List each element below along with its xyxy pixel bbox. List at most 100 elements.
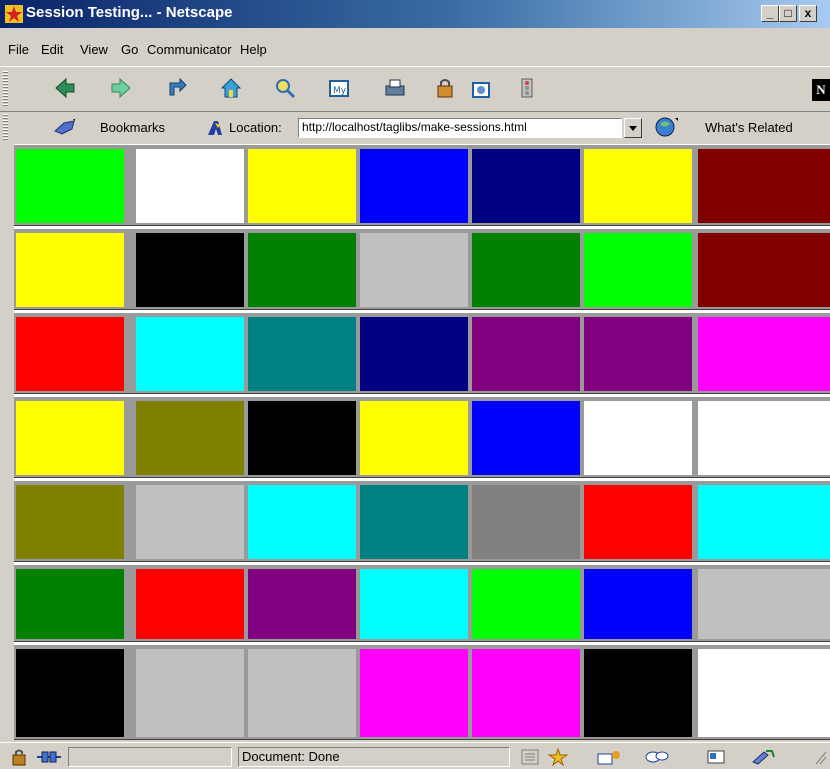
color-cell: [16, 401, 124, 475]
color-cell: [584, 233, 692, 307]
color-cell: [248, 569, 356, 639]
whats-related-icon[interactable]: [654, 116, 680, 138]
progress-panel: [68, 747, 232, 767]
color-cell: [16, 649, 124, 737]
chevron-down-icon: [629, 126, 637, 131]
status-bar: Document: Done: [0, 742, 830, 769]
security-status-icon[interactable]: [520, 748, 540, 766]
newsgroups-component-icon[interactable]: [644, 748, 670, 766]
color-cell: [472, 569, 580, 639]
status-text: Document: Done: [238, 747, 510, 767]
stop-icon[interactable]: [516, 77, 538, 99]
color-cell: [16, 485, 124, 559]
my-netscape-icon[interactable]: My: [328, 77, 350, 99]
color-row: [14, 312, 830, 394]
menu-file[interactable]: File: [8, 42, 29, 57]
color-cell: [698, 317, 830, 391]
back-icon[interactable]: [54, 77, 76, 99]
color-cell: [360, 485, 468, 559]
color-cell: [698, 233, 830, 307]
url-input[interactable]: http://localhost/taglibs/make-sessions.h…: [298, 118, 622, 138]
color-cell: [360, 401, 468, 475]
mail-component-icon[interactable]: [596, 748, 622, 766]
title-bar[interactable]: Session Testing... - Netscape _ □ x: [0, 0, 830, 28]
color-cell: [136, 401, 244, 475]
navigator-component-icon[interactable]: [548, 748, 568, 766]
netscape-logo[interactable]: N: [812, 79, 830, 101]
color-cell: [360, 649, 468, 737]
color-cell: [584, 569, 692, 639]
color-cell: [584, 317, 692, 391]
print-icon[interactable]: [384, 77, 406, 99]
color-cell: [584, 401, 692, 475]
color-cell: [136, 569, 244, 639]
color-cell: [16, 149, 124, 223]
color-cell: [472, 233, 580, 307]
color-cell: [698, 401, 830, 475]
home-icon[interactable]: [220, 77, 242, 99]
toolbar-grip[interactable]: [3, 71, 8, 107]
bookmarks-icon[interactable]: [54, 117, 78, 137]
lock-icon[interactable]: [10, 748, 30, 766]
maximize-button[interactable]: □: [779, 5, 797, 22]
online-connection-icon[interactable]: [36, 748, 62, 766]
composer-component-icon[interactable]: [750, 748, 778, 766]
location-toolbar: Bookmarks Location: http://localhost/tag…: [0, 112, 830, 142]
security-icon[interactable]: [434, 77, 456, 99]
color-cell: [584, 649, 692, 737]
minimize-button[interactable]: _: [761, 5, 779, 22]
location-icon: [208, 121, 222, 135]
color-cell: [136, 317, 244, 391]
color-cell: [698, 569, 830, 639]
color-cell: [360, 569, 468, 639]
color-cell: [16, 569, 124, 639]
color-cell: [698, 485, 830, 559]
menu-help[interactable]: Help: [240, 42, 267, 57]
close-button[interactable]: x: [799, 5, 817, 22]
color-cell: [16, 317, 124, 391]
color-cell: [472, 401, 580, 475]
color-cell: [360, 233, 468, 307]
address-book-icon[interactable]: [706, 748, 726, 766]
color-cell: [472, 649, 580, 737]
forward-icon[interactable]: [110, 77, 132, 99]
window-title: Session Testing... - Netscape: [26, 4, 233, 21]
resize-grip-icon[interactable]: [814, 748, 828, 766]
netscape-app-icon: [5, 5, 23, 23]
color-cell: [16, 233, 124, 307]
bookmarks-button[interactable]: Bookmarks: [100, 120, 165, 135]
color-row: [14, 144, 830, 226]
reload-icon[interactable]: [166, 77, 188, 99]
color-cell: [136, 149, 244, 223]
color-cell: [698, 649, 830, 737]
color-cell: [360, 317, 468, 391]
color-row: [14, 396, 830, 478]
shop-icon[interactable]: [470, 77, 492, 99]
color-cell: [248, 317, 356, 391]
page-content: [14, 144, 830, 740]
menu-communicator[interactable]: Communicator: [147, 42, 232, 57]
svg-text:My: My: [333, 86, 347, 96]
color-row: [14, 564, 830, 642]
color-cell: [248, 149, 356, 223]
whats-related-button[interactable]: What's Related: [705, 120, 793, 135]
color-cell: [698, 149, 830, 223]
color-row: [14, 228, 830, 310]
color-cell: [136, 233, 244, 307]
color-cell: [472, 485, 580, 559]
menu-edit[interactable]: Edit: [41, 42, 63, 57]
search-icon[interactable]: [274, 77, 296, 99]
color-cell: [248, 649, 356, 737]
menu-bar: File Edit View Go Communicator Help: [0, 38, 830, 60]
color-cell: [584, 485, 692, 559]
color-row: [14, 644, 830, 740]
browser-window: Session Testing... - Netscape _ □ x File…: [0, 0, 830, 769]
navigation-toolbar: My N: [0, 66, 830, 112]
location-toolbar-grip[interactable]: [3, 114, 8, 140]
url-dropdown-button[interactable]: [624, 118, 642, 138]
color-cell: [360, 149, 468, 223]
color-cell: [472, 149, 580, 223]
menu-view[interactable]: View: [80, 42, 108, 57]
color-row: [14, 480, 830, 562]
menu-go[interactable]: Go: [121, 42, 138, 57]
